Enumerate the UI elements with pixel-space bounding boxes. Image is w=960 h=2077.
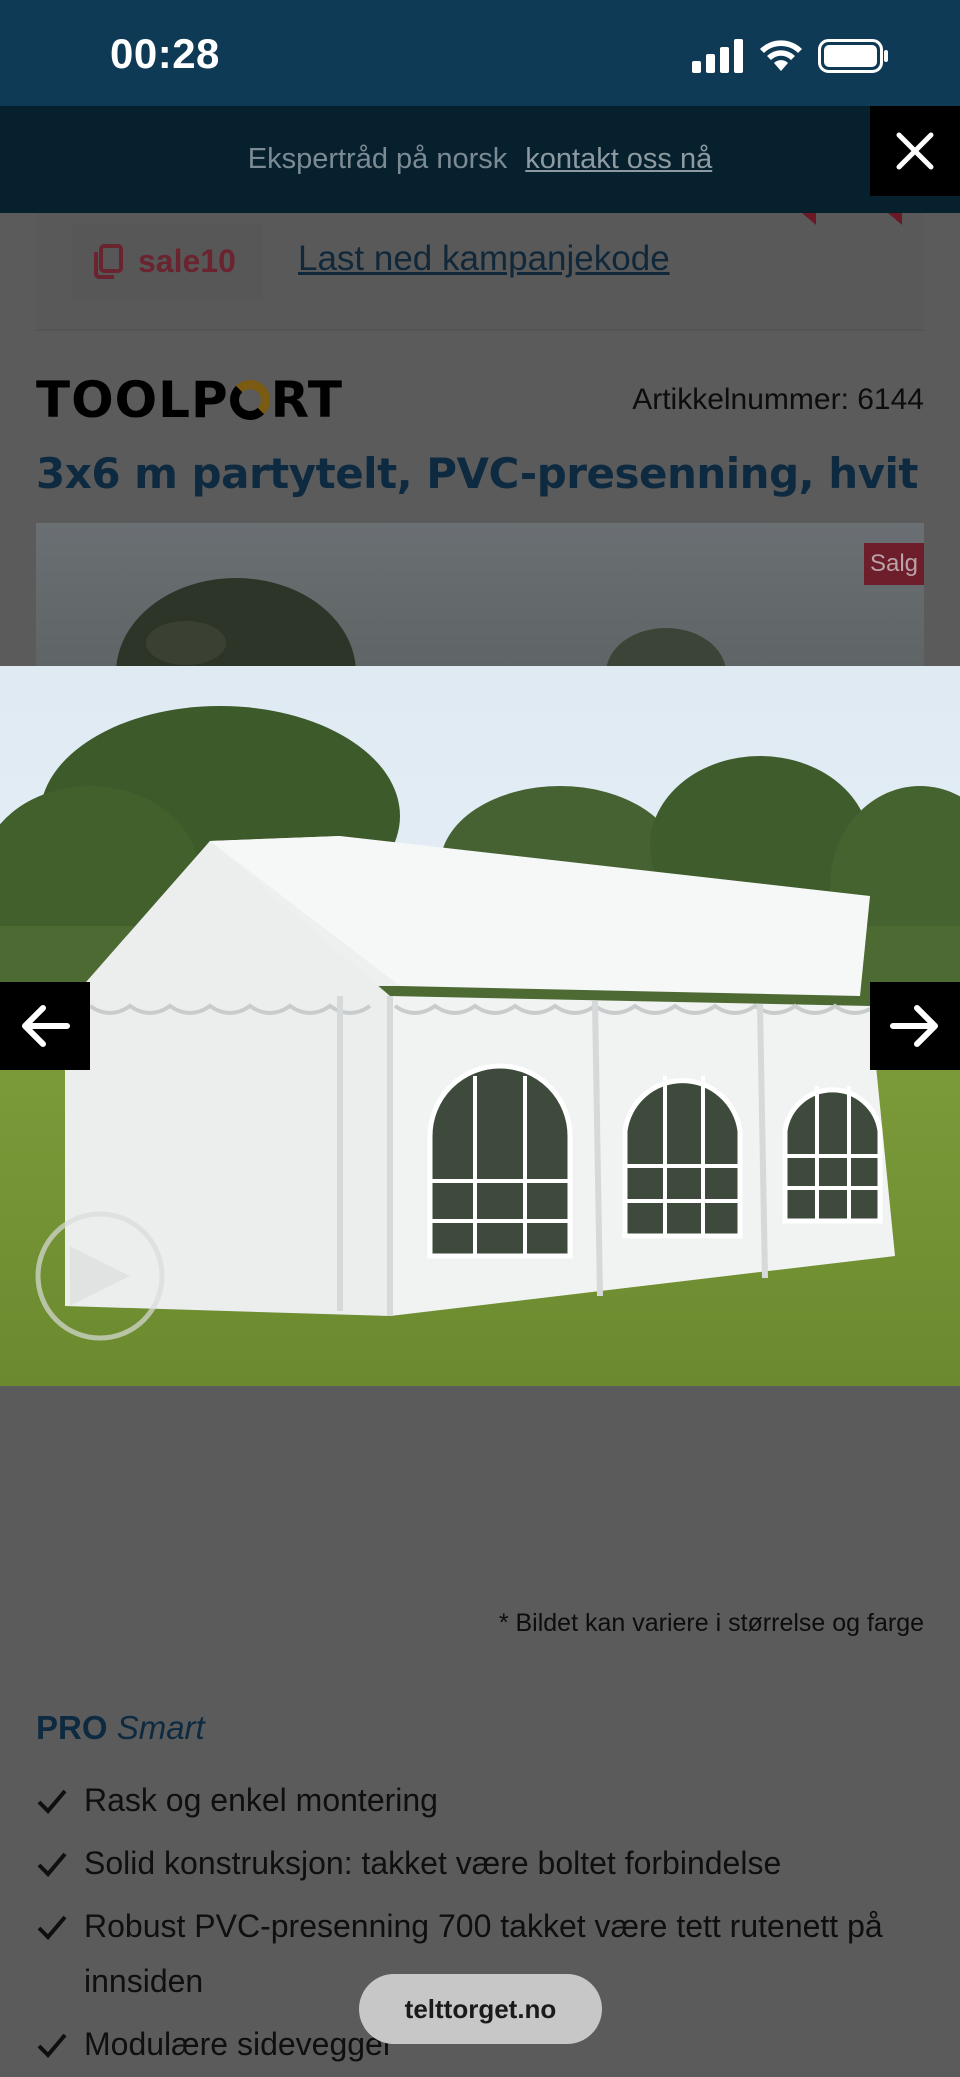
check-icon <box>37 1789 67 1814</box>
close-icon <box>896 132 934 170</box>
browser-url-pill[interactable]: telttorget.no <box>359 1974 602 2044</box>
status-time: 00:28 <box>110 30 220 77</box>
feature-text: Rask og enkel montering <box>84 1782 438 1818</box>
tent-product-image <box>0 666 960 1386</box>
wifi-icon <box>760 40 802 71</box>
arrow-right-icon <box>890 1005 938 1047</box>
expert-banner: Ekspertråd på norsk kontakt oss nå <box>0 106 960 213</box>
previous-image-button[interactable] <box>0 982 90 1070</box>
check-icon <box>37 2033 67 2058</box>
ribbon-decoration <box>802 213 902 225</box>
promo-box: sale10 Last ned kampanjekode <box>36 213 924 331</box>
pro-smart-heading: PRO Smart <box>36 1709 205 1747</box>
download-coupon-link[interactable]: Last ned kampanjekode <box>298 239 670 279</box>
check-icon <box>37 1915 67 1940</box>
status-bar: 00:28 <box>0 0 960 106</box>
product-image-behind: Salg <box>36 523 924 666</box>
next-image-button[interactable] <box>870 982 960 1070</box>
logo-o-mark <box>229 380 270 420</box>
banner-text: Ekspertråd på norsk <box>247 143 508 175</box>
image-caption: * Bildet kan variere i størrelse og farg… <box>498 1609 924 1637</box>
check-icon <box>37 1852 67 1877</box>
coupon-code-chip[interactable]: sale10 <box>72 223 262 299</box>
signal-icon <box>692 39 743 73</box>
contact-link[interactable]: kontakt oss nå <box>525 143 712 176</box>
logo-text-right: RT <box>270 371 343 429</box>
brand-row: TOOLP RT Artikkelnummer: 6144 <box>36 371 924 435</box>
sale-badge: Salg <box>864 543 924 585</box>
toolport-logo: TOOLP RT <box>36 371 343 429</box>
pro-label: PRO <box>36 1709 108 1746</box>
banner-text-row: Ekspertråd på norsk kontakt oss nå <box>0 106 960 213</box>
close-button[interactable] <box>870 106 960 196</box>
article-number: Artikkelnummer: 6144 <box>632 383 924 416</box>
feature-item: Rask og enkel montering <box>36 1773 924 1828</box>
status-icons <box>692 36 890 76</box>
coupon-code: sale10 <box>138 242 236 279</box>
feature-item: Solid konstruksjon: takket være boltet f… <box>36 1836 924 1891</box>
smart-label: Smart <box>116 1709 205 1746</box>
image-lightbox[interactable] <box>0 666 960 1386</box>
logo-text-left: TOOLP <box>36 371 229 429</box>
arrow-left-icon <box>22 1005 70 1047</box>
copy-icon <box>94 244 123 279</box>
feature-text: Solid konstruksjon: takket være boltet f… <box>84 1845 782 1881</box>
product-title: 3x6 m partytelt, PVC-presenning, hvit <box>36 449 918 498</box>
battery-icon <box>818 39 888 73</box>
feature-text: Modulære sidevegger <box>84 2026 394 2062</box>
trees-background <box>116 578 726 666</box>
